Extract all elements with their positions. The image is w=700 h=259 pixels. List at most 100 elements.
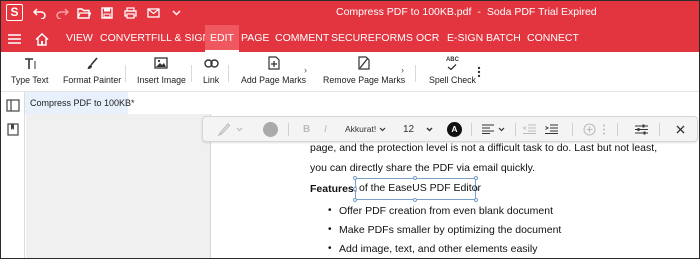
menu-edit[interactable]: EDIT [205, 25, 239, 52]
home-icon[interactable] [33, 30, 51, 48]
more-options-icon[interactable] [470, 63, 488, 81]
image-icon [154, 55, 169, 71]
bullet-item: Make PDFs smaller by optimizing the docu… [339, 224, 562, 236]
left-panel-strip [1, 92, 25, 258]
font-size-select[interactable]: 12 [403, 117, 433, 141]
document-name: Compress PDF to 100KB.pdf [336, 6, 472, 18]
resize-handle[interactable] [353, 187, 357, 191]
paintbrush-icon [86, 55, 99, 71]
toolbar-divider [572, 123, 573, 136]
toolbar-divider [288, 123, 289, 136]
type-text-icon [23, 55, 37, 71]
menu-batch[interactable]: BATCH [486, 25, 521, 52]
type-text-label: Type Text [11, 75, 49, 85]
quick-access-chevron-down-icon[interactable] [167, 4, 185, 22]
text-color-letter: A [447, 121, 462, 137]
menu-fill-sign[interactable]: FILL & SIGN [151, 25, 210, 52]
resize-handle[interactable] [474, 198, 478, 202]
increase-indent-icon[interactable] [545, 117, 558, 141]
resize-handle[interactable] [353, 176, 357, 180]
menu-page[interactable]: PAGE [241, 25, 269, 52]
insert-image-button[interactable]: Insert Image [137, 55, 186, 91]
menu-comment[interactable]: COMMENT [275, 25, 329, 52]
highlight-chevron-icon[interactable] [236, 117, 243, 141]
features-label: Features: [310, 183, 358, 195]
app-status: Soda PDF Trial Expired [486, 6, 597, 18]
email-icon[interactable] [144, 4, 162, 22]
app-window: S Compress PDF to 100KB.pdf - Soda PDF Tri… [0, 0, 700, 259]
save-icon[interactable] [98, 4, 116, 22]
menu-convert[interactable]: CONVERT [100, 25, 151, 52]
font-family-select[interactable]: Akkurat! [345, 117, 386, 141]
text-format-toolbar: B I Akkurat! 12 A [202, 116, 698, 142]
resize-handle[interactable] [353, 198, 357, 202]
remove-page-marks-button[interactable]: Remove Page Marks [323, 55, 405, 91]
menu-view[interactable]: VIEW [66, 25, 93, 52]
insert-image-label: Insert Image [137, 75, 186, 85]
menu-e-sign[interactable]: E-SIGN [447, 25, 483, 52]
toolbar-divider [471, 123, 472, 136]
spell-check-icon: ABC [446, 55, 459, 71]
resize-handle[interactable] [413, 198, 417, 202]
open-folder-icon[interactable] [75, 4, 93, 22]
spell-check-button[interactable]: ABC Spell Check [429, 55, 476, 91]
toolbar-divider [515, 123, 516, 136]
undo-icon[interactable] [30, 4, 48, 22]
bullet-marker: • [328, 205, 332, 216]
doc-text-line: page, and the protection level is not a … [310, 142, 658, 154]
document-tab[interactable]: Compress PDF to 100KB* [25, 92, 135, 114]
title-separator: - [477, 6, 481, 18]
more-format-options-icon[interactable] [602, 117, 606, 141]
toolbar-divider [659, 123, 660, 136]
hamburger-menu-icon[interactable] [5, 30, 23, 48]
ribbon-divider [191, 65, 192, 82]
add-page-marks-button[interactable]: Add Page Marks [241, 55, 306, 91]
italic-button[interactable]: I [324, 117, 327, 141]
bookmark-icon[interactable] [6, 123, 20, 137]
bold-button[interactable]: B [303, 117, 310, 141]
menu-secure[interactable]: SECURE [331, 25, 375, 52]
spell-check-icon-text: ABC [445, 56, 459, 63]
add-circle-icon[interactable] [583, 117, 596, 141]
remove-page-marks-chevron-icon[interactable]: › [401, 65, 404, 75]
align-left-icon[interactable] [482, 117, 505, 141]
menu-connect[interactable]: CONNECT [527, 25, 579, 52]
print-icon[interactable] [121, 4, 139, 22]
bullet-marker: • [328, 224, 332, 235]
edit-ribbon: Type Text Format Painter Insert Image Li… [1, 52, 699, 92]
spell-check-label: Spell Check [429, 75, 476, 85]
ribbon-divider [228, 65, 229, 82]
link-button[interactable]: Link [203, 55, 219, 91]
type-text-button[interactable]: Type Text [11, 55, 49, 91]
menu-forms[interactable]: FORMS [375, 25, 413, 52]
add-page-marks-chevron-icon[interactable]: › [304, 65, 307, 75]
title-bar: S Compress PDF to 100KB.pdf - Soda PDF Tri… [1, 1, 699, 25]
resize-handle[interactable] [474, 176, 478, 180]
decrease-indent-icon[interactable] [523, 117, 536, 141]
features-text-editable[interactable]: of the EaseUS PDF Editor [359, 182, 481, 194]
format-painter-label: Format Painter [63, 75, 122, 85]
add-page-marks-label: Add Page Marks [241, 75, 307, 85]
app-logo[interactable]: S [6, 4, 23, 21]
remove-page-marks-label: Remove Page Marks [323, 75, 406, 85]
fill-color-swatch[interactable] [263, 117, 278, 141]
doc-text-line: you can directly share the PDF via email… [310, 162, 536, 174]
toolbar-divider [617, 123, 618, 136]
menu-ocr[interactable]: OCR [416, 25, 439, 52]
format-painter-button[interactable]: Format Painter [63, 55, 121, 91]
menu-bar: VIEW CONVERT FILL & SIGN EDIT PAGE COMME… [1, 25, 699, 52]
panel-toggle-icon[interactable] [6, 99, 20, 113]
highlighter-icon[interactable] [217, 117, 231, 141]
text-color-button[interactable]: A [447, 117, 462, 141]
redo-icon[interactable] [53, 4, 71, 22]
bullet-marker: • [328, 243, 332, 254]
link-icon [203, 55, 219, 71]
font-family-value: Akkurat! [345, 124, 377, 134]
window-title: Compress PDF to 100KB.pdf - Soda PDF Trial… [336, 6, 597, 18]
bullet-item: Add image, text, and other elements easi… [339, 243, 538, 255]
settings-sliders-icon[interactable] [635, 117, 648, 141]
close-icon[interactable] [676, 117, 685, 141]
remove-page-mark-icon [358, 55, 370, 71]
add-page-mark-icon [267, 55, 280, 71]
resize-handle[interactable] [413, 176, 417, 180]
